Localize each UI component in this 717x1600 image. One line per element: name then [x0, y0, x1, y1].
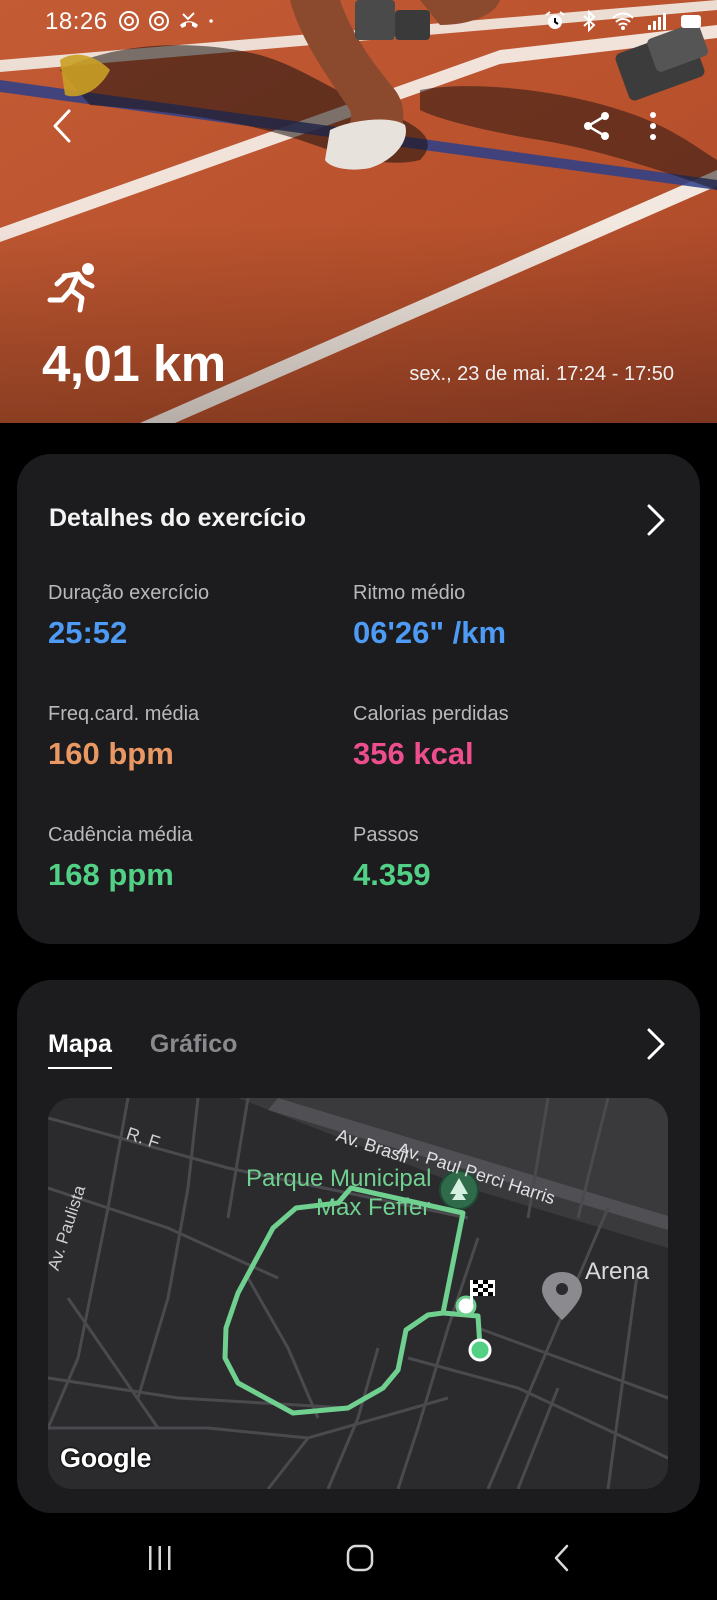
bluetooth-icon	[583, 9, 596, 33]
google-attribution: Google	[60, 1443, 152, 1473]
home-button[interactable]	[330, 1536, 390, 1580]
metric-label: Calorias perdidas	[353, 703, 509, 725]
metric-value: 168 ppm	[48, 857, 174, 892]
map-tabs: Mapa Gráfico	[48, 1030, 237, 1069]
running-icon	[47, 263, 95, 313]
metric-value: 160 bpm	[48, 736, 174, 771]
place-label: Arena	[585, 1258, 650, 1285]
workout-datetime: sex., 23 de mai. 17:24 - 17:50	[409, 363, 674, 385]
metric-steps: Passos 4.359	[353, 824, 431, 893]
metric-heart-rate: Freq.card. média 160 bpm	[48, 703, 199, 772]
more-options-button[interactable]	[631, 104, 675, 148]
map-streets	[48, 1098, 668, 1489]
metric-value: 4.359	[353, 857, 431, 892]
metric-cadence: Cadência média 168 ppm	[48, 824, 193, 893]
metric-label: Ritmo médio	[353, 582, 466, 604]
place-label: Max Feffer	[316, 1194, 431, 1221]
metric-label: Cadência média	[48, 824, 193, 846]
share-icon	[584, 112, 609, 140]
metric-label: Freq.card. média	[48, 703, 200, 725]
recents-icon	[149, 1546, 171, 1570]
missed-call-icon	[180, 12, 198, 28]
back-arrow-icon	[53, 109, 71, 143]
nav-back-icon	[554, 1544, 569, 1572]
status-notification-icons	[117, 9, 221, 33]
place-label: Parque Municipal	[246, 1165, 432, 1192]
metric-pace: Ritmo médio 06'26" /km	[353, 582, 506, 651]
metric-duration: Duração exercício 25:52	[48, 582, 209, 651]
signal-icon	[648, 13, 666, 30]
distance-value: 4,01 km	[42, 335, 226, 392]
navigation-bar	[0, 1520, 717, 1600]
route-map[interactable]: R. F Av. Brasil Av. Paul Perci Harris Av…	[48, 1098, 668, 1489]
back-button[interactable]	[40, 104, 84, 148]
alarm-icon	[545, 11, 565, 29]
chevron-right-icon[interactable]	[637, 1024, 673, 1064]
status-bar: 18:26	[0, 0, 717, 44]
exercise-details-card[interactable]: Detalhes do exercício Duração exercício …	[17, 454, 700, 944]
hero-shade	[0, 223, 717, 423]
metric-label: Duração exercício	[48, 582, 210, 604]
wifi-icon	[612, 12, 634, 30]
metric-value: 356 kcal	[353, 736, 474, 771]
status-time: 18:26	[45, 8, 108, 35]
details-title: Detalhes do exercício	[49, 504, 307, 532]
tab-map[interactable]: Mapa	[48, 1030, 112, 1069]
nav-back-button[interactable]	[532, 1536, 592, 1580]
more-vertical-icon	[650, 112, 656, 140]
recents-button[interactable]	[130, 1536, 190, 1580]
tab-chart[interactable]: Gráfico	[150, 1030, 238, 1069]
map-card: Mapa Gráfico R. F Av. Brasil Av. Paul Pe…	[17, 980, 700, 1513]
dot-icon	[209, 19, 213, 23]
threads-icon	[149, 11, 169, 31]
share-button[interactable]	[575, 104, 619, 148]
status-system-icons	[543, 9, 703, 33]
threads-icon	[119, 11, 139, 31]
metric-value: 06'26" /km	[353, 615, 507, 650]
metric-value: 25:52	[48, 615, 128, 650]
chevron-right-icon[interactable]	[637, 500, 673, 540]
home-icon	[346, 1544, 374, 1572]
battery-icon	[681, 15, 701, 28]
metric-label: Passos	[353, 824, 419, 846]
metric-calories: Calorias perdidas 356 kcal	[353, 703, 509, 772]
